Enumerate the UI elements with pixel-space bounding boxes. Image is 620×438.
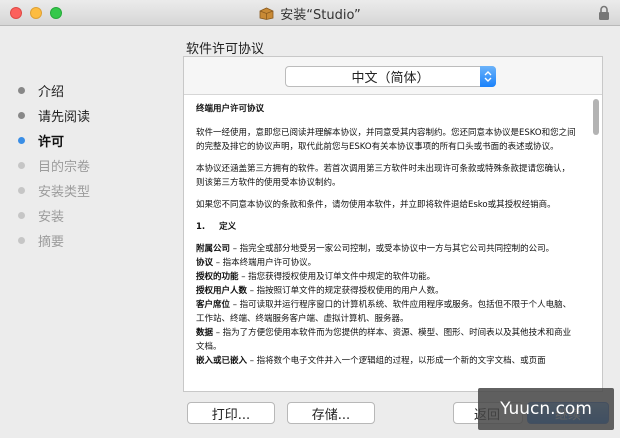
package-icon [259,7,274,20]
definition-text: – 指将数个电子文件并入一个逻辑组的过程，以形成一个新的文字文档、或页面 [247,356,546,366]
definition-term: 附属公司 [196,244,231,254]
section-title: 定义 [219,222,237,232]
definition-item: 数据 – 指为了方便您使用本软件而为您提供的样本、资源、模型、图形、时间表以及其… [196,326,576,354]
save-button[interactable]: 存储... [287,402,375,424]
section-number: 1. [196,222,206,232]
page-heading: 软件许可协议 [186,42,265,57]
definition-item: 客户席位 – 指可读取并运行程序窗口的计算机系统、软件应用程序或服务。包括但不限… [196,298,576,326]
step-read-me: 请先阅读 [18,103,178,128]
step-label: 许可 [38,135,65,150]
section-heading: 1. 定义 [196,220,576,234]
step-dot [18,187,25,194]
step-installation-type: 安装类型 [18,178,178,203]
definition-text: – 指可读取并运行程序窗口的计算机系统、软件应用程序或服务。包括但不限于个人电脑… [196,300,572,324]
language-bar: 中文（简体） [184,57,602,95]
definition-term: 授权的功能 [196,272,239,282]
definition-item: 协议 – 指本终端用户许可协议。 [196,256,576,270]
title-bar: 安装“Studio” [0,0,620,26]
step-label: 安装类型 [38,185,91,200]
definition-text: – 指完全或部分地受另一家公司控制，或受本协议中一方与其它公司共同控制的公司。 [230,244,555,254]
step-install: 安装 [18,203,178,228]
definition-term: 客户席位 [196,300,231,310]
definition-term: 数据 [196,328,214,338]
step-dot [18,237,25,244]
step-dot [18,112,25,119]
chevron-updown-icon [480,66,496,87]
step-label: 安装 [38,210,65,225]
language-selected: 中文（简体） [351,71,430,86]
print-button[interactable]: 打印... [187,402,275,424]
license-paragraph: 本协议还涵盖第三方拥有的软件。若首次调用第三方软件时未出现许可条款或特殊条款提请… [196,164,571,188]
definition-item: 附属公司 – 指完全或部分地受另一家公司控制，或受本协议中一方与其它公司共同控制… [196,242,576,256]
window-title-wrap: 安装“Studio” [0,0,620,26]
step-dot [18,212,25,219]
installer-steps: 介绍 请先阅读 许可 目的宗卷 安装类型 安装 摘要 [18,78,178,253]
window-title: 安装“Studio” [280,7,361,23]
scrollbar-thumb[interactable] [593,99,599,135]
definition-text: – 指按照订单文件的规定获得授权使用的用户人数。 [247,286,444,296]
step-destination: 目的宗卷 [18,153,178,178]
watermark: Yuucn.com [478,388,614,430]
definition-text: – 指为了方便您使用本软件而为您提供的样本、资源、模型、图形、时间表以及其他技术… [196,328,572,352]
definition-text: – 指您获得授权使用及订单文件中规定的软件功能。 [238,272,436,282]
definition-term: 嵌入或已嵌入 [196,356,248,366]
license-paragraph: 如果您不同意本协议的条款和条件，请勿使用本软件，并立即将软件退给Esko或其授权… [196,200,556,210]
license-paragraph: 软件一经使用，意即您已阅读并理解本协议，并同意受其内容制约。您还同意本协议是ES… [196,128,576,152]
definition-text: – 指本终端用户许可协议。 [213,258,317,268]
step-dot [18,162,25,169]
step-dot [18,87,25,94]
step-label: 摘要 [38,235,65,250]
definition-term: 协议 [196,258,214,268]
lock-icon [599,5,609,20]
step-license: 许可 [18,128,178,153]
license-panel: 中文（简体） 终端用户许可协议 软件一经使用，意即您已阅读并理解本协议，并同意受… [183,56,603,392]
step-introduction: 介绍 [18,78,178,103]
step-label: 请先阅读 [38,110,91,125]
step-summary: 摘要 [18,228,178,253]
license-text[interactable]: 终端用户许可协议 软件一经使用，意即您已阅读并理解本协议，并同意受其内容制约。您… [184,96,586,391]
definition-item: 授权用户人数 – 指按照订单文件的规定获得授权使用的用户人数。 [196,284,576,298]
language-select[interactable]: 中文（简体） [285,66,496,87]
definition-item: 嵌入或已嵌入 – 指将数个电子文件并入一个逻辑组的过程，以形成一个新的文字文档、… [196,354,576,368]
definition-term: 授权用户人数 [196,286,248,296]
scrollbar[interactable] [593,99,599,389]
license-title: 终端用户许可协议 [196,104,265,114]
definition-item: 授权的功能 – 指您获得授权使用及订单文件中规定的软件功能。 [196,270,576,284]
step-label: 目的宗卷 [38,160,91,175]
step-label: 介绍 [38,85,65,100]
step-dot [18,137,25,144]
